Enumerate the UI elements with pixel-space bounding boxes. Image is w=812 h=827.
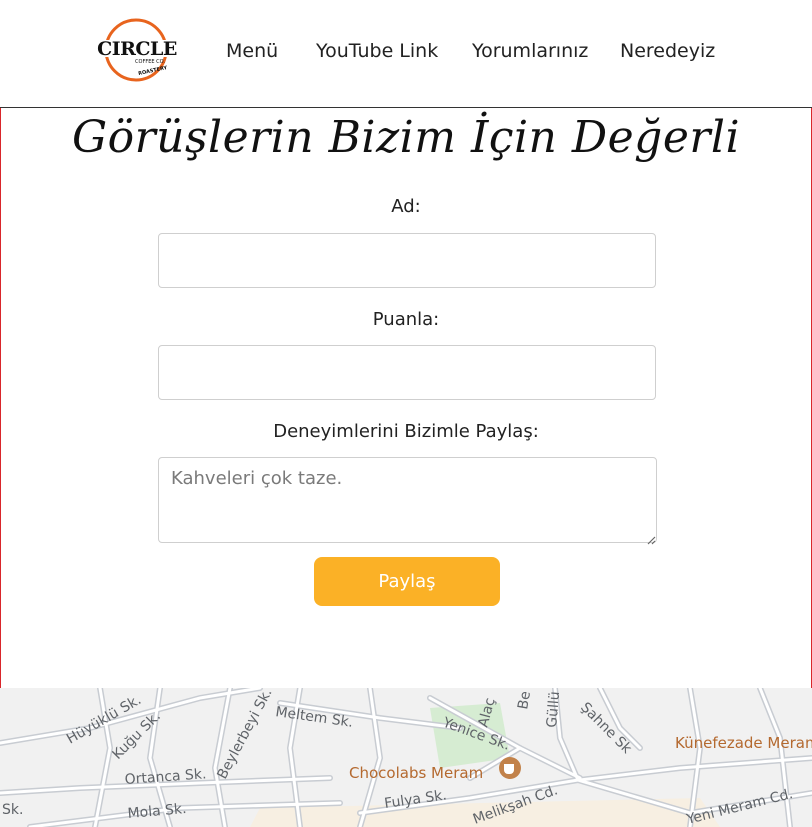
rating-label: Puanla: <box>372 309 440 330</box>
navbar: CIRCLE COFFEE CO. ROASTERY Menü YouTube … <box>0 0 812 108</box>
experience-label: Deneyimlerini Bizimle Paylaş: <box>273 421 539 442</box>
map-embed[interactable]: Hüyüklü Sk. Kuğu Sk. Beylerbeyi Sk. Melt… <box>0 688 812 827</box>
name-label: Ad: <box>391 196 421 217</box>
resize-grip-icon[interactable] <box>644 530 656 545</box>
logo-sub: COFFEE CO. <box>135 59 165 65</box>
street-label: Güllü <box>544 691 563 729</box>
street-label: Sk. <box>2 802 23 818</box>
poi-label: Chocolabs Meram <box>349 764 483 782</box>
nav-link-reviews[interactable]: Yorumlarınız <box>472 40 588 62</box>
nav-link-youtube[interactable]: YouTube Link <box>316 40 438 62</box>
street-label: Be <box>515 690 534 711</box>
poi-label: Künefezade Meram <box>675 734 812 752</box>
rating-input[interactable] <box>158 345 656 400</box>
name-input[interactable] <box>158 233 656 288</box>
nav-link-location[interactable]: Neredeyiz <box>620 40 715 62</box>
submit-button[interactable]: Paylaş <box>314 557 500 606</box>
logo[interactable]: CIRCLE COFFEE CO. ROASTERY <box>93 17 179 83</box>
logo-text: CIRCLE <box>97 38 177 60</box>
nav-link-menu[interactable]: Menü <box>226 40 278 62</box>
experience-textarea[interactable] <box>158 457 657 543</box>
page-title: Görüşlerin Bizim İçin Değerli <box>71 112 741 163</box>
